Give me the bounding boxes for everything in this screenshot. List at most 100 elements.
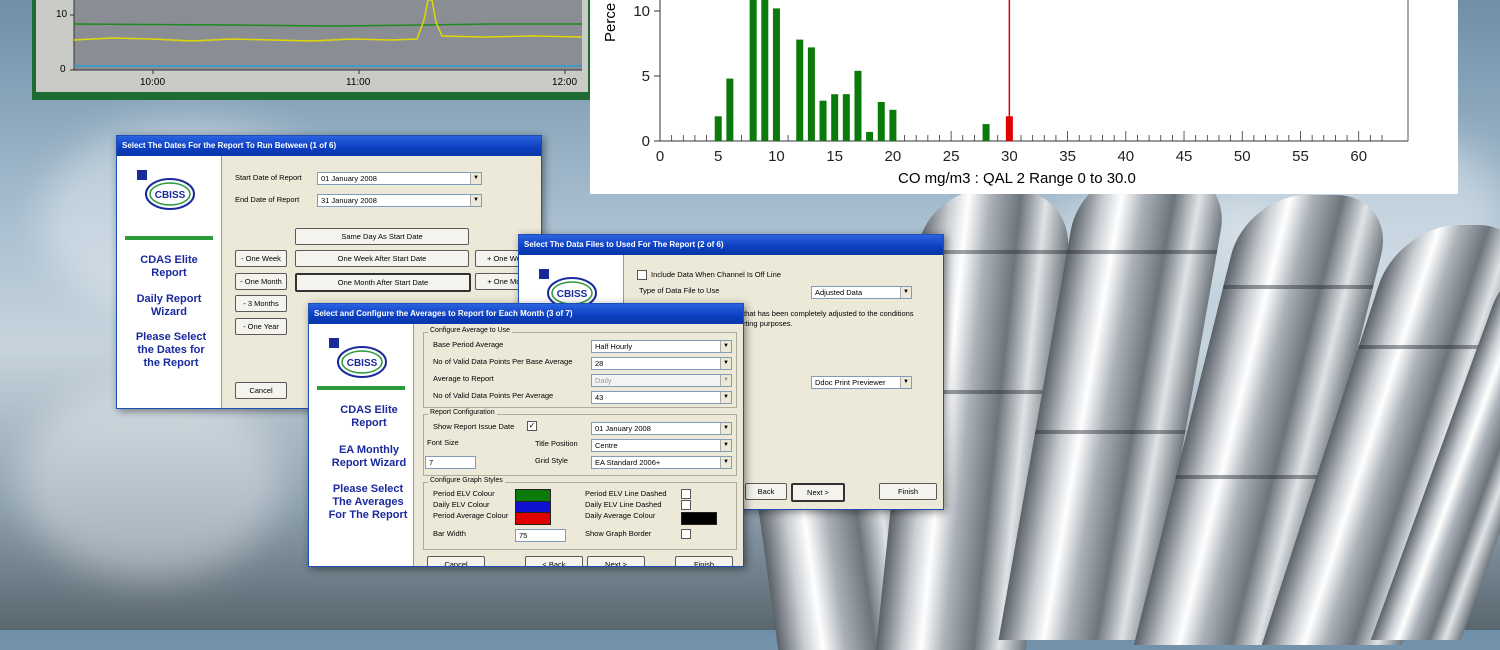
show-border-checkbox[interactable] <box>681 529 691 539</box>
next-button[interactable]: Next > <box>587 556 645 566</box>
cancel-button[interactable]: Cancel <box>235 382 287 399</box>
histogram-bar <box>714 116 722 141</box>
x-tick-label: 5 <box>714 148 722 165</box>
histogram-bar <box>726 78 734 141</box>
daily-dashed-checkbox[interactable] <box>681 500 691 510</box>
period-dashed-checkbox[interactable] <box>681 489 691 499</box>
daily-avg-swatch[interactable] <box>681 512 717 525</box>
histogram-chart: 0 5 10 15 20 25 30 35 40 45 50 55 601050 <box>633 0 1409 165</box>
print-previewer-select[interactable]: Ddoc Print Previewer ▼ <box>811 376 912 389</box>
histogram-bar <box>842 94 850 141</box>
minus-year-button[interactable]: - One Year <box>235 318 287 335</box>
histogram-bar <box>889 109 897 141</box>
valid-avg-select[interactable]: 43 ▼ <box>591 391 732 404</box>
data-type-select[interactable]: Adjusted Data ▼ <box>811 286 912 299</box>
averages-config-dialog: Select and Configure the Averages to Rep… <box>308 303 744 567</box>
x-tick-label: 35 <box>1059 148 1076 165</box>
base-period-select[interactable]: Half Hourly ▼ <box>591 340 732 353</box>
month-after-button[interactable]: One Month After Start Date <box>295 273 471 292</box>
back-button[interactable]: Back <box>745 483 787 500</box>
print-previewer-value: Ddoc Print Previewer <box>815 378 886 387</box>
daily-dashed-label: Daily ELV Line Dashed <box>585 500 662 509</box>
dropdown-arrow-icon: ▼ <box>720 375 731 386</box>
dropdown-arrow-icon: ▼ <box>720 358 731 369</box>
avg-report-value: Daily <box>595 376 612 385</box>
histogram-bar <box>761 0 769 141</box>
svg-text:CBISS: CBISS <box>155 190 186 201</box>
avg-report-select[interactable]: Daily ▼ <box>591 374 732 387</box>
show-border-label: Show Graph Border <box>585 529 652 538</box>
title-position-select[interactable]: Centre ▼ <box>591 439 732 452</box>
histogram-bar <box>866 131 874 141</box>
issue-date-label: Show Report Issue Date <box>433 422 515 431</box>
font-size-input[interactable]: 7 <box>425 456 476 469</box>
valid-base-select[interactable]: 28 ▼ <box>591 357 732 370</box>
x-tick-label: 50 <box>1234 148 1251 165</box>
histogram-bar <box>749 0 757 141</box>
x-tick-label: 11:00 <box>346 77 371 88</box>
data-type-description: that has been completely adjusted to the… <box>743 309 914 318</box>
base-period-label: Base Period Average <box>433 340 504 349</box>
side-prompt: Please Select The Averages For The Repor… <box>328 483 408 521</box>
data-type-value: Adjusted Data <box>815 288 863 297</box>
side-title: CDAS Elite Report <box>340 404 398 429</box>
data-type-label: Type of Data File to Use <box>639 286 720 295</box>
dropdown-arrow-icon: ▼ <box>720 423 731 434</box>
group-title: Configure Graph Styles <box>428 477 505 484</box>
start-date-label: Start Date of Report <box>235 173 302 182</box>
base-period-value: Half Hourly <box>595 342 633 351</box>
group-title: Configure Average to Use <box>428 327 513 334</box>
daily-avg-colour-label: Daily Average Colour <box>585 511 656 520</box>
y-tick-label: 5 <box>642 68 650 85</box>
grid-style-select[interactable]: EA Standard 2006+ ▼ <box>591 456 732 469</box>
start-date-picker[interactable]: 01 January 2008 ▼ <box>317 172 482 185</box>
svg-text:CBISS: CBISS <box>347 358 378 369</box>
issue-date-picker[interactable]: 01 January 2008 ▼ <box>591 422 732 435</box>
minus-week-button[interactable]: - One Week <box>235 250 287 267</box>
x-tick-label: 60 <box>1350 148 1367 165</box>
minus-3-months-button[interactable]: - 3 Months <box>235 295 287 312</box>
x-tick-label: 45 <box>1176 148 1193 165</box>
end-date-picker[interactable]: 31 January 2008 ▼ <box>317 194 482 207</box>
minus-month-button[interactable]: - One Month <box>235 273 287 290</box>
back-button[interactable]: < Back <box>525 556 583 566</box>
wizard-sidebar: CBISS CDAS Elite Report EA Monthly Repor… <box>309 324 414 566</box>
finish-button[interactable]: Finish <box>879 483 937 500</box>
x-tick-label: 10 <box>768 148 785 165</box>
data-type-description-2: rting purposes. <box>743 319 793 328</box>
histogram-bar <box>854 70 862 141</box>
x-tick-label: 25 <box>943 148 960 165</box>
y-axis-label: Perce <box>602 2 619 42</box>
bar-width-value: 75 <box>519 531 528 540</box>
include-offline-checkbox[interactable] <box>637 270 647 280</box>
valid-base-label: No of Valid Data Points Per Base Average <box>433 357 573 366</box>
dropdown-arrow-icon: ▼ <box>720 392 731 403</box>
valid-base-value: 28 <box>595 359 604 368</box>
x-axis-label: CO mg/m3 : QAL 2 Range 0 to 30.0 <box>898 170 1136 187</box>
cbiss-logo: CBISS <box>329 338 387 378</box>
dropdown-arrow-icon: ▼ <box>720 440 731 451</box>
grid-style-label: Grid Style <box>535 456 568 465</box>
font-size-value: 7 <box>429 458 434 467</box>
x-tick-label: 20 <box>885 148 902 165</box>
include-offline-label: Include Data When Channel Is Off Line <box>651 270 781 279</box>
grid-style-value: EA Standard 2006+ <box>595 458 661 467</box>
next-button[interactable]: Next > <box>791 483 845 502</box>
finish-button[interactable]: Finish <box>675 556 733 566</box>
histogram-bar <box>819 100 827 141</box>
time-series-chart: 10 0 10:00 11:00 12:00 <box>32 0 592 100</box>
start-date-value: 01 January 2008 <box>321 174 377 183</box>
logo-tagline-bar <box>125 236 213 240</box>
period-avg-swatch[interactable] <box>515 512 551 525</box>
end-date-value: 31 January 2008 <box>321 196 377 205</box>
avg-report-label: Average to Report <box>433 374 494 383</box>
issue-date-checkbox[interactable]: ✓ <box>527 421 537 431</box>
y-tick-label: 10 <box>56 9 68 20</box>
cancel-button[interactable]: Cancel <box>427 556 485 566</box>
week-after-button[interactable]: One Week After Start Date <box>295 250 469 267</box>
side-title: CDAS Elite Report <box>140 254 198 279</box>
same-day-button[interactable]: Same Day As Start Date <box>295 228 469 245</box>
bar-width-input[interactable]: 75 <box>515 529 566 542</box>
period-avg-label: Period Average Colour <box>433 511 509 520</box>
dialog-title: Select The Dates For the Report To Run B… <box>117 136 541 156</box>
